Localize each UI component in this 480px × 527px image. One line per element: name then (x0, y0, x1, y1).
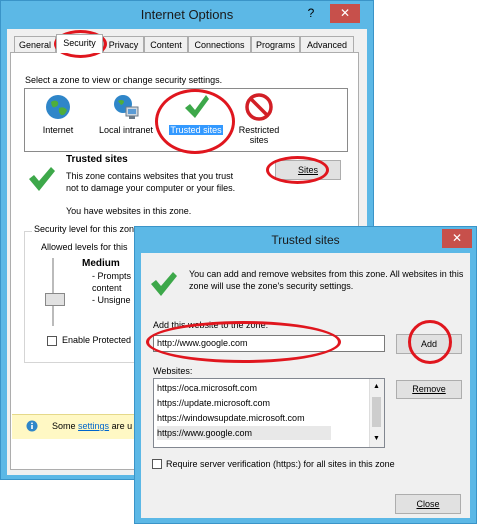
selected-zone-title: Trusted sites (66, 154, 128, 165)
zone-internet-label: Internet (42, 125, 74, 135)
enable-protected-mode-label: Enable Protected (62, 335, 132, 345)
website-list-item[interactable]: https://update.microsoft.com (157, 396, 270, 410)
close-button-label: Close (416, 499, 440, 509)
add-website-input[interactable]: http://www.google.com (153, 335, 385, 352)
scroll-up-arrow-icon[interactable]: ▲ (373, 383, 380, 390)
globe-icon (44, 93, 72, 121)
level-bullet-1: - Prompts (92, 271, 132, 281)
zone-local-intranet-label: Local intranet (98, 125, 154, 135)
zone-local-intranet[interactable]: Local intranet (91, 93, 161, 135)
info-bar-text: Some settings are u (52, 421, 132, 431)
security-level-name: Medium (82, 258, 120, 269)
zone-list: Internet Local intranet Trusted sites Re… (24, 88, 348, 152)
tab-connections[interactable]: Connections (188, 36, 251, 52)
trusted-zone-checkmark-icon (28, 166, 56, 194)
website-list-item[interactable]: https://www.google.com (157, 426, 331, 440)
level-bullet-2: content (92, 283, 122, 293)
selected-zone-description: This zone contains websites that you tru… (66, 171, 236, 193)
security-level-label: Security level for this zone (32, 224, 142, 234)
zone-trusted-sites[interactable]: Trusted sites (165, 93, 227, 135)
security-level-slider-track (52, 258, 54, 326)
websites-list-scrollbar[interactable]: ▲ ▼ (369, 379, 384, 447)
security-level-slider-thumb[interactable] (45, 293, 65, 306)
remove-button[interactable]: Remove (396, 380, 462, 399)
require-verification-label: Require server verification (https:) for… (166, 459, 395, 469)
tab-security[interactable]: Security (56, 34, 103, 53)
sites-button[interactable]: Sites (275, 160, 341, 180)
zone-restricted-sites-label: Restricted sites (238, 125, 280, 145)
trusted-sites-info: You can add and remove websites from thi… (189, 269, 464, 291)
sites-button-label: Sites (297, 165, 318, 175)
zone-prompt: Select a zone to view or change security… (25, 75, 223, 85)
trusted-sites-checkmark-icon (150, 271, 178, 299)
website-list-item[interactable]: https://windowsupdate.microsoft.com (157, 411, 305, 425)
checkmark-icon (182, 93, 210, 121)
require-verification-checkbox[interactable] (152, 459, 162, 469)
info-icon (26, 420, 38, 434)
websites-label: Websites: (153, 366, 193, 376)
tab-advanced[interactable]: Advanced (300, 36, 354, 52)
add-website-value: http://www.google.com (157, 338, 248, 348)
allowed-levels-label: Allowed levels for this (41, 242, 128, 252)
website-list-item[interactable]: https://oca.microsoft.com (157, 381, 257, 395)
selected-zone-note: You have websites in this zone. (66, 206, 192, 216)
tab-privacy[interactable]: Privacy (103, 36, 144, 52)
intranet-icon (112, 93, 140, 121)
enable-protected-mode-checkbox[interactable] (47, 336, 57, 346)
add-website-label: Add this website to the zone: (153, 320, 269, 330)
help-button[interactable]: ? (301, 4, 321, 23)
scroll-down-arrow-icon[interactable]: ▼ (373, 435, 380, 442)
close-button[interactable]: Close (395, 494, 461, 514)
zone-internet[interactable]: Internet (27, 93, 89, 135)
info-bar-settings-link[interactable]: settings (78, 421, 109, 431)
no-entry-icon (245, 93, 273, 121)
websites-list[interactable]: https://oca.microsoft.com https://update… (153, 378, 385, 448)
zone-trusted-sites-label: Trusted sites (169, 125, 223, 135)
tab-content[interactable]: Content (144, 36, 188, 52)
tab-programs[interactable]: Programs (251, 36, 300, 52)
trusted-sites-title: Trusted sites (271, 233, 340, 247)
level-bullet-3: - Unsigne (92, 295, 131, 305)
remove-button-label: Remove (412, 384, 446, 394)
info-bar-prefix: Some (52, 421, 76, 431)
add-button[interactable]: Add (396, 334, 462, 354)
tab-general[interactable]: General (14, 36, 56, 52)
close-window-button[interactable]: ✕ (330, 4, 360, 23)
trusted-sites-close-x-button[interactable]: ✕ (442, 229, 472, 248)
scrollbar-thumb[interactable] (372, 397, 381, 427)
info-bar-suffix: are u (111, 421, 133, 431)
zone-restricted-sites[interactable]: Restricted sites (229, 93, 289, 145)
